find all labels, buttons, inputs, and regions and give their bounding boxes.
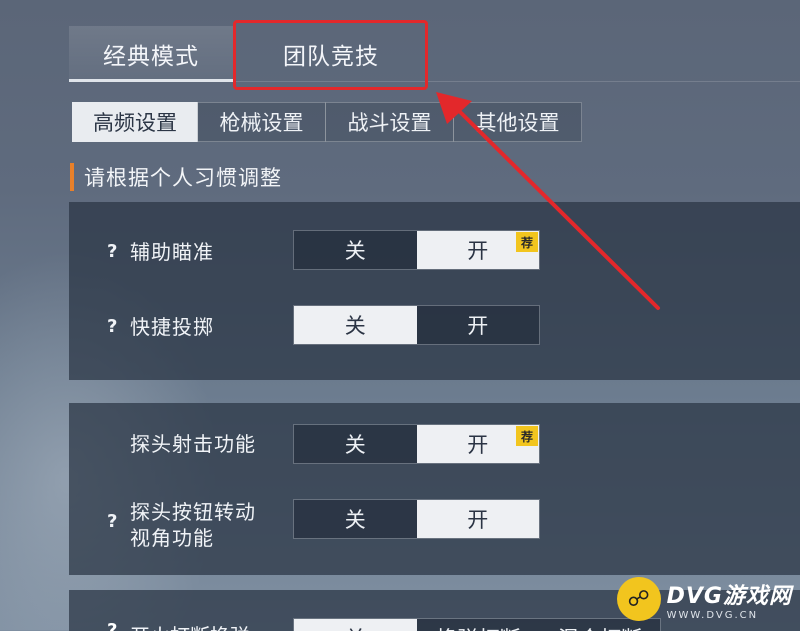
peek-button-rotate-toggle: 关 开 <box>293 499 540 539</box>
recommended-badge: 荐 <box>516 232 538 252</box>
option-reload-interrupt[interactable]: 换弹打断 <box>417 619 540 631</box>
setting-label-line2: 视角功能 <box>130 526 214 550</box>
site-watermark: ☍ DVG游戏网 WWW.DVG.CN <box>616 573 792 625</box>
help-icon[interactable]: ? <box>107 620 117 631</box>
setting-label: 辅助瞄准 <box>130 240 214 264</box>
option-off[interactable]: 关 <box>294 231 417 269</box>
settings-panel-peek: 探头射击功能 关 开 荐 ? 探头按钮转动 视角功能 关 开 <box>69 403 800 575</box>
tab-label: 团队竞技 <box>283 44 379 70</box>
section-hint: 请根据个人习惯调整 <box>70 162 282 192</box>
setting-label: 快捷投掷 <box>130 315 214 339</box>
option-on[interactable]: 开 <box>416 500 539 538</box>
option-label: 开 <box>467 433 489 457</box>
option-off[interactable]: 关 <box>294 425 417 463</box>
mode-tabs: 经典模式 团队竞技 <box>69 26 800 82</box>
option-on[interactable]: 开 荐 <box>416 425 539 463</box>
tab-other-settings[interactable]: 其他设置 <box>453 102 582 142</box>
setting-row-aim-assist: ? 辅助瞄准 关 开 荐 <box>69 230 800 274</box>
watermark-text: DVG游戏网 WWW.DVG.CN <box>667 578 792 621</box>
setting-label: 探头射击功能 <box>130 432 256 456</box>
fire-interrupt-toggle: 关 换弹打断 混合打断 <box>293 618 661 631</box>
help-icon[interactable]: ? <box>107 511 117 532</box>
option-on[interactable]: 开 <box>416 306 539 344</box>
setting-row-quick-throw: ? 快捷投掷 关 开 <box>69 305 800 349</box>
hint-accent-bar <box>70 163 74 191</box>
gamepad-icon: ☍ <box>616 577 661 621</box>
recommended-badge: 荐 <box>516 426 538 446</box>
setting-label-line1: 探头按钮转动 <box>130 500 256 524</box>
tab-combat-settings[interactable]: 战斗设置 <box>325 102 454 142</box>
tab-frequent-settings[interactable]: 高频设置 <box>72 102 198 142</box>
option-on[interactable]: 开 荐 <box>416 231 539 269</box>
watermark-brand: DVG游戏网 <box>666 583 792 609</box>
quick-throw-toggle: 关 开 <box>293 305 540 345</box>
peek-fire-toggle: 关 开 荐 <box>293 424 540 464</box>
option-off[interactable]: 关 <box>294 306 417 344</box>
option-off[interactable]: 关 <box>294 619 417 631</box>
settings-subtabs: 高频设置 枪械设置 战斗设置 其他设置 <box>72 102 582 142</box>
help-icon[interactable]: ? <box>107 316 117 337</box>
option-off[interactable]: 关 <box>294 500 417 538</box>
option-label: 开 <box>467 239 489 263</box>
hint-text: 请根据个人习惯调整 <box>84 166 282 190</box>
setting-row-peek-button-rotate: ? 探头按钮转动 视角功能 关 开 <box>69 499 800 555</box>
tab-classic-mode[interactable]: 经典模式 <box>69 26 233 82</box>
setting-label: 开火打断换弹 <box>130 620 250 631</box>
aim-assist-toggle: 关 开 荐 <box>293 230 540 270</box>
setting-label: 探头按钮转动 视角功能 <box>130 499 256 551</box>
tab-label: 经典模式 <box>103 44 199 70</box>
tab-weapon-settings[interactable]: 枪械设置 <box>197 102 326 142</box>
tab-team-deathmatch[interactable]: 团队竞技 <box>249 26 413 82</box>
tab-divider <box>233 81 800 82</box>
help-icon[interactable]: ? <box>107 241 117 262</box>
watermark-url: WWW.DVG.CN <box>666 609 759 621</box>
setting-row-peek-fire: 探头射击功能 关 开 荐 <box>69 424 800 468</box>
settings-panel-aim: ? 辅助瞄准 关 开 荐 ? 快捷投掷 关 开 <box>69 202 800 380</box>
